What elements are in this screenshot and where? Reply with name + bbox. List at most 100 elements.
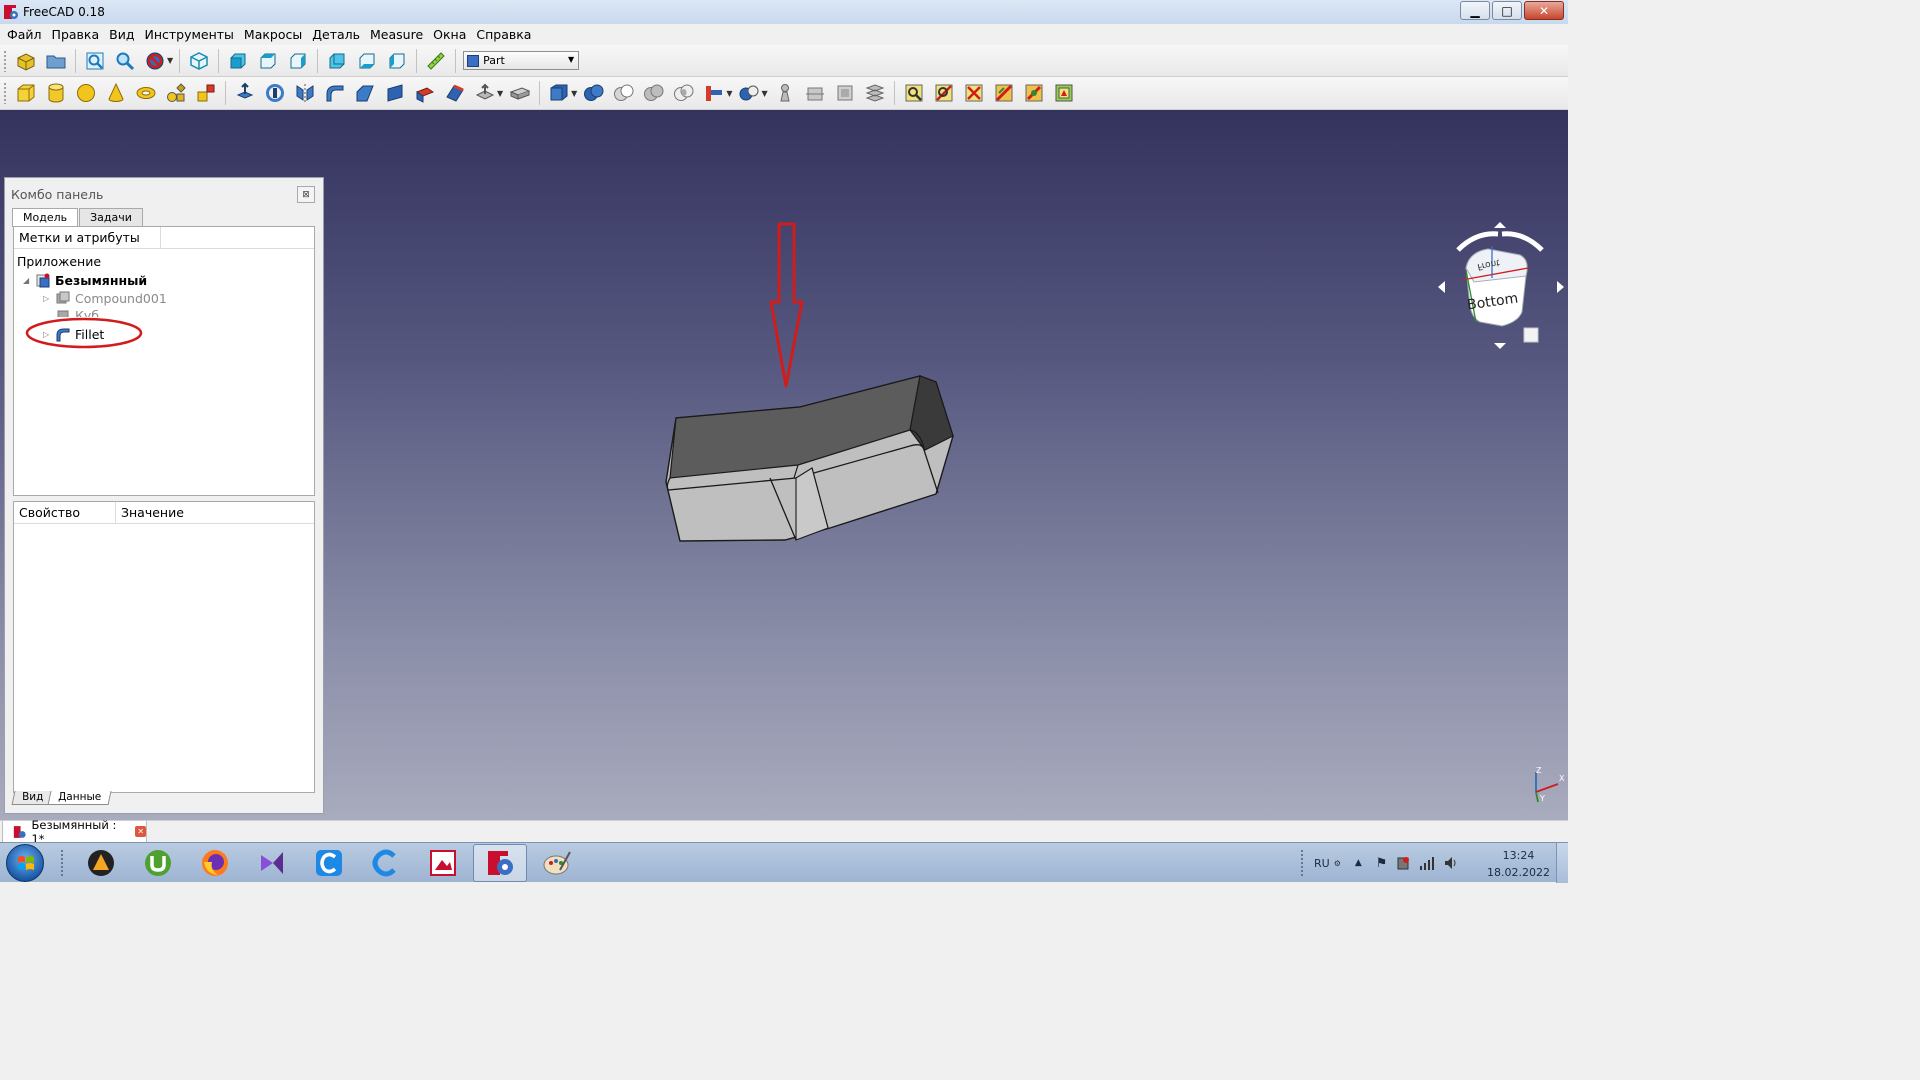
split-dropdown-icon[interactable]: ▼ [761,89,767,98]
network-signal-icon[interactable] [1419,855,1435,871]
sphere-icon[interactable] [73,80,99,106]
collapsed-arrow-icon[interactable]: ▷ [43,294,55,303]
draw-style-icon[interactable] [142,48,168,74]
action-center-flag-icon[interactable]: ⚑ [1376,856,1388,871]
taskbar-app-freecad[interactable] [473,844,527,882]
tree-header-labels[interactable]: Метки и атрибуты [14,227,161,248]
measure-distance-icon[interactable] [423,48,449,74]
view-left-icon[interactable] [384,48,410,74]
compound-icon[interactable] [546,80,572,106]
menu-view[interactable]: Вид [104,24,139,45]
fillet-icon[interactable] [322,80,348,106]
measure-toggle-3d-icon[interactable] [1021,80,1047,106]
draw-style-dropdown-icon[interactable]: ▼ [167,56,173,65]
cylinder-icon[interactable] [43,80,69,106]
minimize-button[interactable]: ▁ [1460,1,1490,20]
menu-tools[interactable]: Инструменты [139,24,238,45]
box-icon[interactable] [13,80,39,106]
measure-toggle-delta-icon[interactable] [1051,80,1077,106]
join-dropdown-icon[interactable]: ▼ [726,89,732,98]
property-column[interactable]: Свойство [14,502,116,523]
common-icon[interactable] [671,80,697,106]
close-tab-icon[interactable]: ✕ [135,826,146,837]
extrude-icon[interactable] [232,80,258,106]
measure-angular-icon[interactable] [931,80,957,106]
view-fit-selection-icon[interactable] [112,48,138,74]
boolean-icon[interactable] [581,80,607,106]
view-isometric-icon[interactable] [186,48,212,74]
torus-icon[interactable] [133,80,159,106]
taskbar-app-firefox[interactable] [188,844,242,882]
tab-model[interactable]: Модель [12,208,79,227]
panel-close-icon[interactable]: ⊠ [297,186,315,203]
navigation-cube[interactable]: Front Bottom [1436,222,1566,352]
property-view[interactable]: Свойство Значение [13,501,315,793]
measure-refresh-icon[interactable] [961,80,987,106]
menu-windows[interactable]: Окна [428,24,471,45]
tree-document[interactable]: ◢ Безымянный [23,272,147,288]
check-geometry-icon[interactable] [772,80,798,106]
start-button[interactable] [6,844,44,882]
taskbar-app-ccleaner[interactable] [302,844,356,882]
toolbar-grip[interactable] [3,82,7,104]
cross-sections-icon[interactable] [832,80,858,106]
measure-linear-icon[interactable] [901,80,927,106]
open-folder-icon[interactable] [43,48,69,74]
stack-icon[interactable] [862,80,888,106]
primitives-icon[interactable] [163,80,189,106]
taskbar-app-utorrent[interactable] [131,844,185,882]
menu-part[interactable]: Деталь [307,24,365,45]
collapsed-arrow-icon[interactable]: ▷ [43,330,55,339]
workbench-selector[interactable]: Part ▼ [463,51,580,70]
taskbar-app-visualstudio[interactable] [245,844,299,882]
taskbar-app-aimp[interactable] [74,844,128,882]
language-settings-icon[interactable]: ⚙ [1334,859,1341,868]
compound-dropdown-icon[interactable]: ▼ [571,89,577,98]
new-document-icon[interactable] [13,48,39,74]
taskbar-app-paint[interactable] [530,844,584,882]
thickness-icon[interactable] [507,80,533,106]
make-face-icon[interactable] [382,80,408,106]
offset-dropdown-icon[interactable]: ▼ [497,89,503,98]
expanded-arrow-icon[interactable]: ◢ [23,276,35,285]
show-hidden-icons-icon[interactable]: ▲ [1355,858,1362,868]
view-right-icon[interactable] [285,48,311,74]
tree-root[interactable]: Приложение [17,254,101,269]
volume-icon[interactable] [1443,855,1459,871]
tree-item-compound[interactable]: ▷ Compound001 [43,290,167,306]
language-indicator[interactable]: RU [1314,857,1330,870]
document-tab[interactable]: Безымянный : 1* ✕ [2,818,147,846]
toolbar-grip[interactable] [3,49,7,72]
section-icon[interactable] [802,80,828,106]
value-column[interactable]: Значение [116,502,184,523]
join-features-icon[interactable] [701,80,727,106]
view-fit-all-icon[interactable] [82,48,108,74]
fuse-icon[interactable] [641,80,667,106]
show-desktop-button[interactable] [1556,843,1568,883]
menu-help[interactable]: Справка [471,24,536,45]
loft-icon[interactable] [442,80,468,106]
view-front-icon[interactable] [225,48,251,74]
split-features-icon[interactable] [736,80,762,106]
tab-tasks[interactable]: Задачи [79,208,143,226]
maximize-button[interactable]: □ [1492,1,1522,20]
ruled-surface-icon[interactable] [412,80,438,106]
tree-header-empty[interactable] [161,227,166,248]
model-tree[interactable]: Метки и атрибуты Приложение ◢ Безымянный… [13,226,315,496]
offset-icon[interactable] [472,80,498,106]
menu-measure[interactable]: Measure [365,24,428,45]
cut-icon[interactable] [611,80,637,106]
system-clock[interactable]: 13:24 18.02.2022 [1487,847,1550,881]
cone-icon[interactable] [103,80,129,106]
view-top-icon[interactable] [255,48,281,74]
menu-macros[interactable]: Макросы [239,24,307,45]
safely-remove-icon[interactable] [1395,855,1411,871]
mirror-icon[interactable] [292,80,318,106]
menu-file[interactable]: Файл [2,24,47,45]
close-button[interactable]: ✕ [1524,1,1564,20]
taskbar-app-viewer[interactable] [416,844,470,882]
view-rear-icon[interactable] [324,48,350,74]
revolve-icon[interactable] [262,80,288,106]
tab-data[interactable]: Данные [47,791,112,805]
menu-edit[interactable]: Правка [47,24,105,45]
